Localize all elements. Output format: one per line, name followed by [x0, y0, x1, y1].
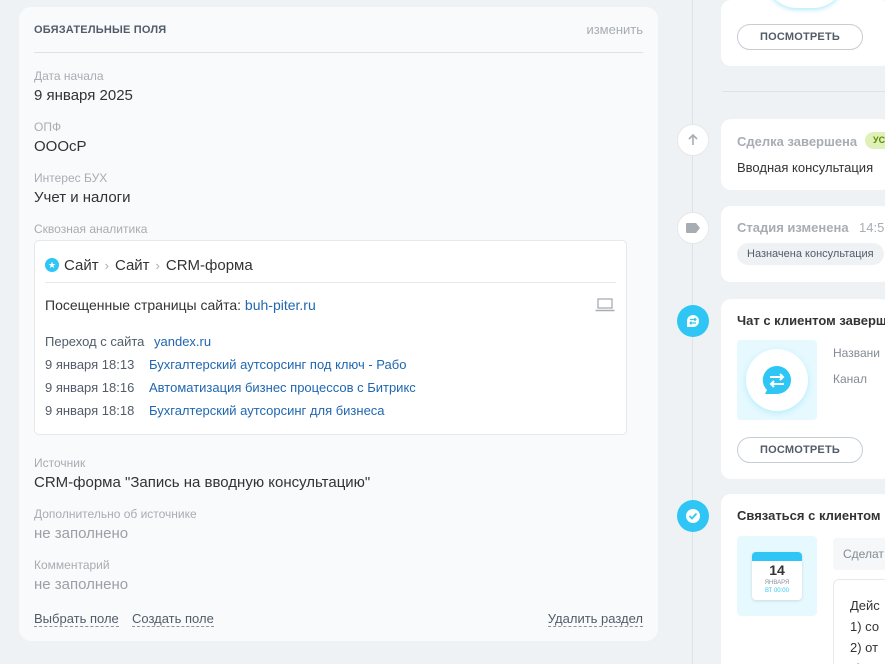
todo-line: 1) со: [850, 619, 880, 634]
field-label-start-date: Дата начала: [34, 69, 104, 83]
chat-title: Чат с клиентом заверш: [737, 313, 885, 328]
timeline-card-contact: Связаться с клиентом 14 ЯНВАРЯ ВТ 00:00 …: [721, 494, 885, 664]
panel-title: ОБЯЗАТЕЛЬНЫЕ ПОЛЯ: [34, 24, 167, 36]
visited-site-link[interactable]: buh-piter.ru: [245, 297, 316, 313]
calendar-day: 14: [769, 562, 785, 578]
visit-time: 9 января 18:16: [45, 380, 135, 395]
field-value-interest[interactable]: Учет и налоги: [34, 189, 131, 206]
todo-line: 2) от: [850, 640, 879, 655]
calendar-month: ЯНВАРЯ: [764, 580, 790, 586]
contact-title: Связаться с клиентом: [737, 508, 881, 523]
chat-thumbnail: [737, 340, 817, 420]
analytics-breadcrumb: ★ Сайт › Сайт › CRM-форма: [45, 255, 253, 275]
calendar-time: ВТ 00:00: [765, 588, 789, 594]
visit-time: 9 января 18:13: [45, 357, 135, 372]
calendar-icon: 14 ЯНВАРЯ ВТ 00:00: [752, 552, 802, 600]
chat-bubble-icon: [762, 365, 791, 394]
chat-channel-label: Канал: [833, 372, 867, 386]
chat-thumbnail-circle: [746, 349, 808, 411]
timeline-card-stage-changed: Стадия изменена 14:5 Назначена консульта…: [721, 206, 885, 282]
chevron-right-icon: ›: [155, 257, 160, 273]
crumb-site: Сайт: [64, 256, 99, 274]
referrer-link[interactable]: yandex.ru: [154, 334, 211, 349]
crumb-crm-form: CRM-форма: [165, 256, 253, 274]
view-chat-button[interactable]: ПОСМОТРЕТЬ: [737, 437, 863, 463]
chat-icon: [677, 305, 709, 337]
referrer: Переход с сайта yandex.ru: [45, 334, 211, 349]
field-value-source-extra[interactable]: не заполнено: [34, 525, 128, 542]
field-value-opf[interactable]: ОООсР: [34, 138, 87, 155]
deal-done-text[interactable]: Вводная консультация: [737, 160, 873, 175]
edit-link[interactable]: изменить: [586, 22, 643, 37]
field-value-source[interactable]: CRM-форма "Запись на вводную консультаци…: [34, 474, 370, 491]
timeline-card-chat: Чат с клиентом заверш Названи Канал ПОСМ…: [721, 299, 885, 479]
stage-changed-title: Стадия изменена: [737, 220, 849, 235]
todo-line: Дейс: [850, 598, 880, 613]
arrow-up-icon: [677, 124, 709, 156]
calendar-thumbnail: 14 ЯНВАРЯ ВТ 00:00: [737, 536, 817, 616]
visit-page-link[interactable]: Бухгалтерский аутсорсинг под ключ - Рабо: [149, 357, 406, 372]
delete-section-link[interactable]: Удалить раздел: [547, 611, 643, 627]
visit-row: 9 января 18:18 Бухгалтерский аутсорсинг д…: [45, 403, 385, 418]
field-label-interest: Интерес БУХ: [34, 171, 108, 185]
visit-row: 9 января 18:16 Автоматизация бизнес проце…: [45, 380, 416, 395]
referrer-label: Переход с сайта: [45, 334, 145, 349]
timeline-divider: [722, 91, 885, 92]
analytics-box: ★ Сайт › Сайт › CRM-форма Посещенные стр…: [34, 240, 627, 435]
thumbnail-shadow: [765, 0, 845, 8]
field-value-start-date[interactable]: 9 января 2025: [34, 87, 133, 104]
crumb-site-2: Сайт: [114, 256, 150, 274]
field-label-analytics: Сквозная аналитика: [34, 222, 148, 236]
deal-done-title: Сделка завершена: [737, 134, 858, 149]
visit-page-link[interactable]: Автоматизация бизнес процессов с Битрикс: [149, 380, 416, 395]
required-fields-panel: ОБЯЗАТЕЛЬНЫЕ ПОЛЯ изменить Дата начала 9…: [19, 7, 658, 641]
select-field-link[interactable]: Выбрать поле: [34, 611, 119, 627]
stage-chip: Назначена консультация: [737, 243, 884, 265]
visit-time: 9 января 18:18: [45, 403, 135, 418]
timeline-card-deal-done: Сделка завершена УС Вводная консультация: [721, 119, 885, 190]
field-value-comment[interactable]: не заполнено: [34, 576, 128, 593]
visited-label: Посещенные страницы сайта:: [45, 297, 242, 313]
todo-description[interactable]: Дейс 1) со 2) от 3): [833, 579, 885, 664]
chevron-right-icon: ›: [104, 257, 109, 273]
tag-icon: [677, 212, 709, 244]
timeline-card-top: ПОСМОТРЕТЬ: [721, 0, 885, 66]
field-label-source-extra: Дополнительно об источнике: [34, 507, 197, 521]
panel-header: ОБЯЗАТЕЛЬНЫЕ ПОЛЯ изменить: [34, 21, 643, 53]
todo-chip[interactable]: Сделат: [833, 538, 885, 570]
visit-row: 9 января 18:13 Бухгалтерский аутсорсинг п…: [45, 357, 406, 372]
view-button[interactable]: ПОСМОТРЕТЬ: [737, 24, 863, 50]
visited-pages: Посещенные страницы сайта: buh-piter.ru: [45, 297, 316, 313]
status-badge: УС: [865, 132, 885, 149]
chat-name-label: Названи: [833, 346, 880, 360]
stage-changed-time: 14:5: [859, 220, 885, 235]
create-field-link[interactable]: Создать поле: [132, 611, 214, 627]
field-label-opf: ОПФ: [34, 120, 62, 134]
field-label-source: Источник: [34, 456, 86, 470]
star-icon: ★: [45, 258, 59, 272]
visit-page-link[interactable]: Бухгалтерский аутсорсинг для бизнеса: [149, 403, 385, 418]
laptop-icon: [595, 298, 615, 312]
field-label-comment: Комментарий: [34, 558, 110, 572]
calendar-header: [752, 552, 802, 561]
check-circle-icon[interactable]: [677, 500, 709, 532]
divider: [45, 282, 616, 283]
